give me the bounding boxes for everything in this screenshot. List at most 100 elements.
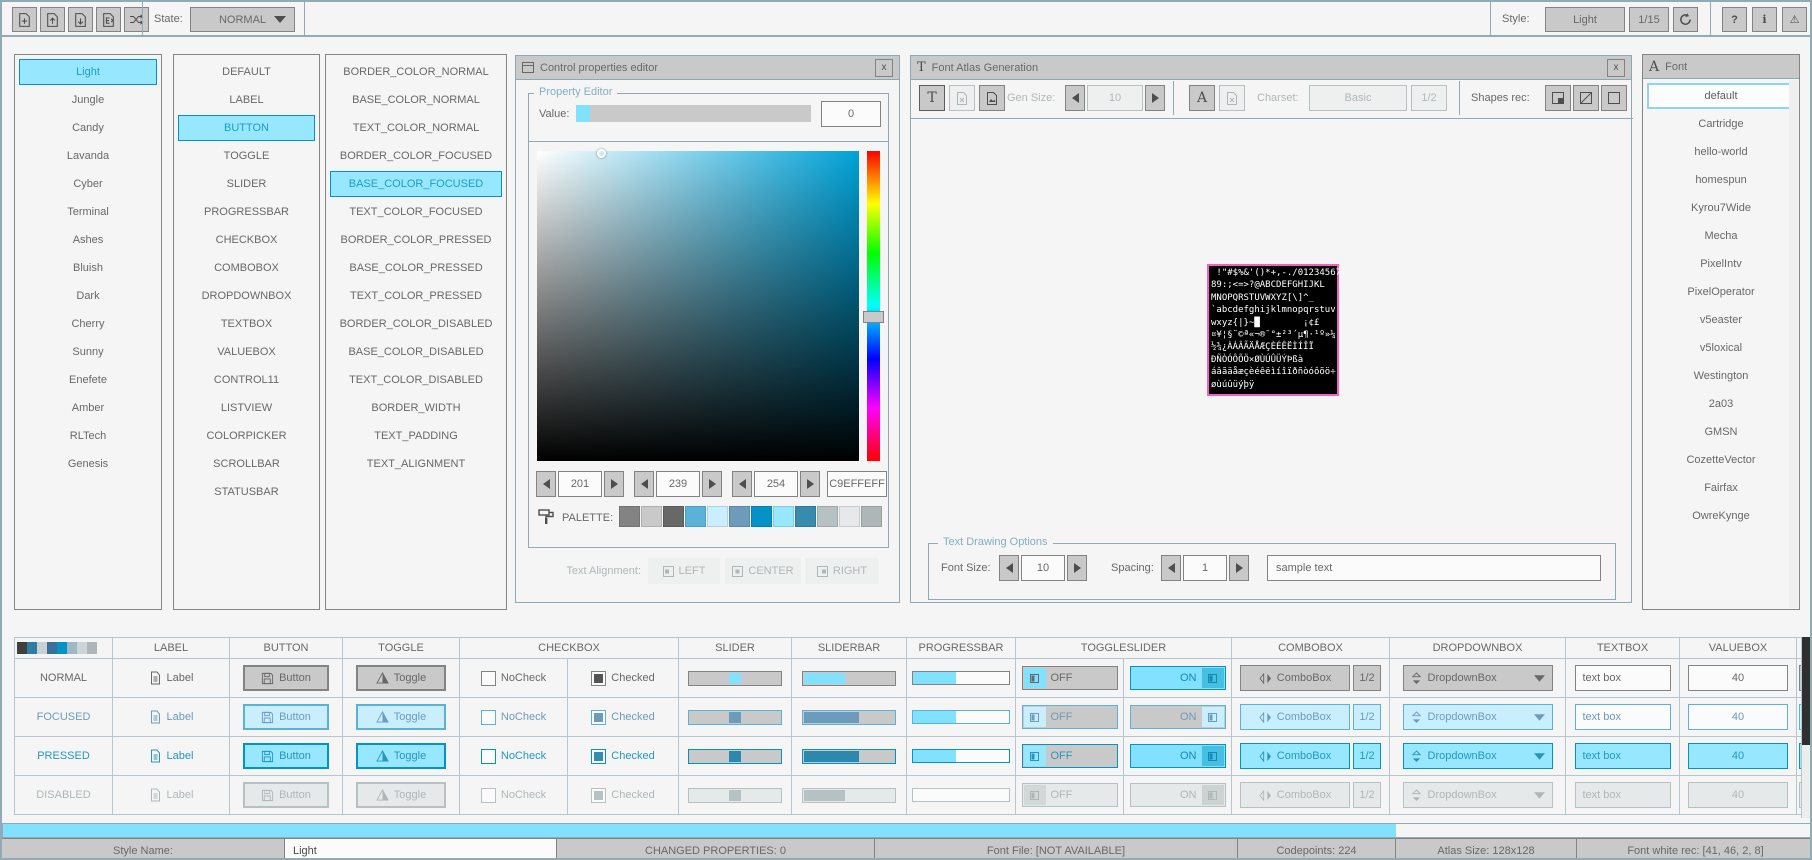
shapes-rec-fill-button[interactable]	[1545, 85, 1571, 111]
red-value[interactable]: 201	[558, 471, 602, 497]
font-list-item[interactable]: v5easter	[1647, 307, 1795, 333]
control-list-item[interactable]: TEXTBOX	[178, 311, 315, 337]
font-list-item[interactable]: homespun	[1647, 167, 1795, 193]
align-left-button[interactable]: LEFT	[648, 558, 720, 584]
palette-swatch[interactable]	[839, 506, 860, 527]
valuebox-control[interactable]: 40	[1688, 743, 1788, 769]
dropdownbox-control[interactable]: DropdownBox	[1403, 782, 1553, 808]
font-atlas-image[interactable]: !"#$%&'()*+,-./01234567 89:;<=>?@ABCDEFG…	[1207, 264, 1339, 396]
button-control[interactable]: Button	[243, 704, 329, 730]
toggle-control[interactable]: Toggle	[356, 704, 446, 730]
font-list-item[interactable]: Westington	[1647, 363, 1795, 389]
charset-dropdown[interactable]: Basic	[1309, 85, 1407, 111]
style-list-item[interactable]: Sunny	[19, 339, 157, 365]
style-list-item[interactable]: Cherry	[19, 311, 157, 337]
toggleslider-on-control[interactable]: ON	[1130, 783, 1226, 807]
slider-control[interactable]	[688, 788, 782, 803]
spacing-increase-button[interactable]	[1229, 555, 1249, 581]
font-list-item[interactable]: Mecha	[1647, 223, 1795, 249]
font-list-item[interactable]: v5loxical	[1647, 335, 1795, 361]
toggleslider-on-control[interactable]: ON	[1130, 666, 1226, 690]
toggleslider-on-control[interactable]: ON	[1130, 705, 1226, 729]
help-button[interactable]: ?	[1722, 7, 1747, 32]
style-list-item[interactable]: Cyber	[19, 171, 157, 197]
table-horizontal-scrollbar[interactable]	[2, 823, 1812, 838]
font-list-item[interactable]: CozetteVector	[1647, 447, 1795, 473]
palette-swatch[interactable]	[773, 506, 794, 527]
font-size-increase-button[interactable]	[1067, 555, 1087, 581]
valuebox-control[interactable]: 40	[1688, 782, 1788, 808]
palette-swatch[interactable]	[707, 506, 728, 527]
shapes-rec-outline-button[interactable]	[1601, 85, 1627, 111]
combobox-control[interactable]: ComboBox	[1240, 782, 1350, 808]
font-list-scrollbar[interactable]	[1789, 80, 1798, 608]
style-list-item[interactable]: Amber	[19, 395, 157, 421]
export-style-button[interactable]	[96, 7, 121, 32]
slider-control[interactable]	[688, 749, 782, 764]
control-list-item[interactable]: DROPDOWNBOX	[178, 283, 315, 309]
slider-control[interactable]	[688, 671, 782, 686]
checkbox-unchecked-control[interactable]: NoCheck	[481, 749, 546, 764]
green-increase-button[interactable]	[702, 471, 722, 497]
shapes-rec-diagonal-button[interactable]	[1573, 85, 1599, 111]
slider-thumb[interactable]	[729, 673, 741, 684]
checkbox-unchecked-control[interactable]: NoCheck	[481, 671, 546, 686]
font-list-item[interactable]: 2a03	[1647, 391, 1795, 417]
combobox-page-button[interactable]: 1/2	[1353, 704, 1381, 730]
font-size-decrease-button[interactable]	[999, 555, 1019, 581]
style-list-item[interactable]: Light	[19, 59, 157, 85]
sliderbar-control[interactable]	[802, 749, 896, 764]
sample-text-input[interactable]: sample text	[1267, 555, 1601, 581]
textbox-control[interactable]: text box	[1575, 704, 1671, 730]
charset-page-button[interactable]: 1/2	[1411, 85, 1447, 111]
randomize-style-button[interactable]	[124, 7, 149, 32]
valuebox-control[interactable]: 40	[1688, 704, 1788, 730]
charset-font-button[interactable]: A	[1189, 85, 1215, 111]
label-control[interactable]: Label	[149, 710, 194, 724]
property-list-item[interactable]: BORDER_COLOR_DISABLED	[330, 311, 502, 337]
toggleslider-off-control[interactable]: OFF	[1022, 744, 1118, 768]
toggle-control[interactable]: Toggle	[356, 782, 446, 808]
combobox-page-button[interactable]: 1/2	[1353, 743, 1381, 769]
font-list-item[interactable]: hello-world	[1647, 139, 1795, 165]
red-increase-button[interactable]	[604, 471, 624, 497]
toggleslider-off-control[interactable]: OFF	[1022, 666, 1118, 690]
property-list-item[interactable]: BASE_COLOR_DISABLED	[330, 339, 502, 365]
font-list-item[interactable]: Fairfax	[1647, 475, 1795, 501]
style-name-input[interactable]: Light	[285, 839, 557, 860]
control-list-item[interactable]: CONTROL11	[178, 367, 315, 393]
hue-bar[interactable]	[867, 151, 880, 461]
control-list-item[interactable]: STATUSBAR	[178, 479, 315, 505]
style-list-item[interactable]: Bluish	[19, 255, 157, 281]
slider-thumb[interactable]	[729, 712, 741, 723]
color-cursor[interactable]	[597, 149, 606, 158]
toggleslider-off-control[interactable]: OFF	[1022, 705, 1118, 729]
load-style-button[interactable]	[40, 7, 65, 32]
green-decrease-button[interactable]	[634, 471, 654, 497]
style-list-item[interactable]: Genesis	[19, 451, 157, 477]
style-list-item[interactable]: Jungle	[19, 87, 157, 113]
property-list-item[interactable]: BASE_COLOR_PRESSED	[330, 255, 502, 281]
label-control[interactable]: Label	[149, 749, 194, 763]
close-button[interactable]: x	[1607, 59, 1625, 77]
dropdownbox-control[interactable]: DropdownBox	[1403, 743, 1553, 769]
control-list-item[interactable]: COMBOBOX	[178, 255, 315, 281]
state-dropdown[interactable]: NORMAL	[190, 7, 295, 32]
control-list-item[interactable]: LISTVIEW	[178, 395, 315, 421]
palette-swatch[interactable]	[663, 506, 684, 527]
gen-size-increase-button[interactable]	[1145, 85, 1165, 111]
palette-swatch[interactable]	[795, 506, 816, 527]
font-list-item[interactable]: PixelOperator	[1647, 279, 1795, 305]
style-list-item[interactable]: Enefete	[19, 367, 157, 393]
issue-button[interactable]: ⚠	[1782, 7, 1807, 32]
property-list-item[interactable]: BORDER_COLOR_NORMAL	[330, 59, 502, 85]
checkbox-unchecked-control[interactable]: NoCheck	[481, 710, 546, 725]
value-slider[interactable]	[576, 105, 811, 122]
properties-editor-titlebar[interactable]: Control properties editor x	[516, 56, 899, 80]
blue-increase-button[interactable]	[800, 471, 820, 497]
combobox-control[interactable]: ComboBox	[1240, 743, 1350, 769]
new-style-button[interactable]	[12, 7, 37, 32]
combobox-page-button[interactable]: 1/2	[1353, 665, 1381, 691]
control-list-item[interactable]: VALUEBOX	[178, 339, 315, 365]
textbox-control[interactable]: text box	[1575, 665, 1671, 691]
